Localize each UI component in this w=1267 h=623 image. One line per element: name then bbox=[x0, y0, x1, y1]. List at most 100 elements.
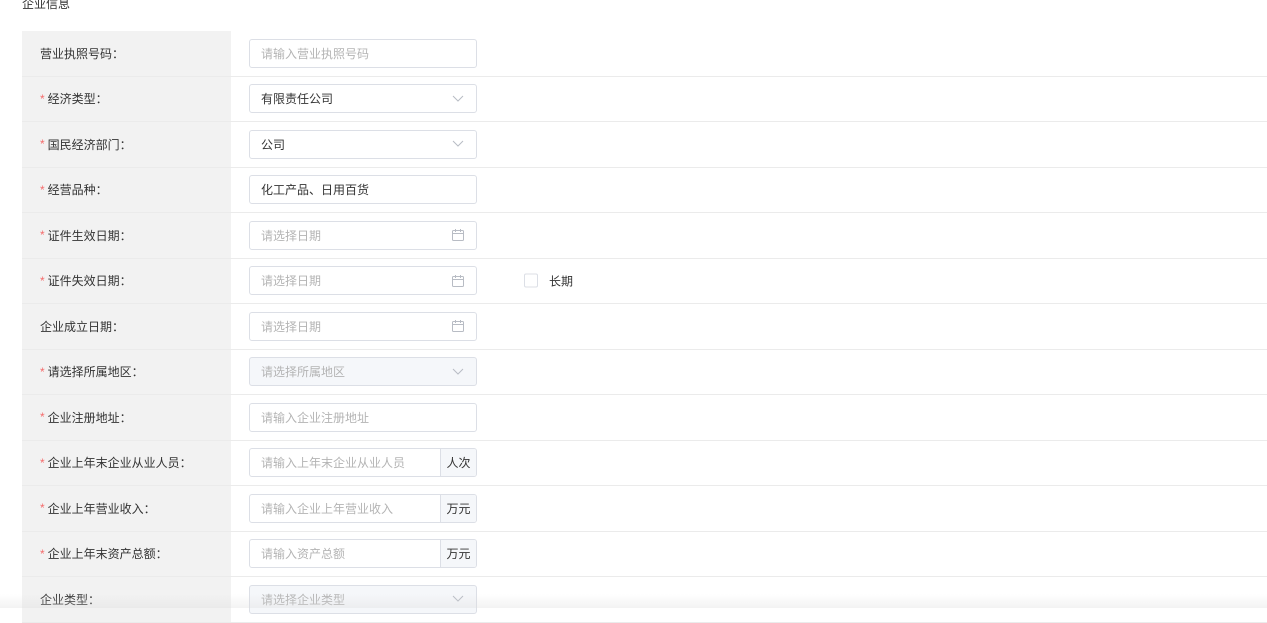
field-value-cell: 请选择日期 bbox=[231, 304, 1267, 349]
required-mark: * bbox=[40, 456, 45, 470]
form-row: 企业类型： 请选择企业类型 bbox=[22, 577, 1267, 623]
text-input[interactable]: 请输入上年末企业从业人员人次 bbox=[249, 448, 477, 477]
field-value-cell: 请输入营业执照号码 bbox=[231, 31, 1267, 76]
field-placeholder: 请选择日期 bbox=[250, 227, 440, 244]
field-label-cell: 企业类型： bbox=[22, 577, 231, 622]
field-label: 国民经济部门： bbox=[48, 136, 132, 153]
field-value-cell: 请输入企业注册地址 bbox=[231, 395, 1267, 440]
select[interactable]: 公司 bbox=[249, 130, 477, 159]
chevron-down-icon bbox=[440, 140, 476, 148]
field-value-cell: 请输入上年末企业从业人员人次 bbox=[231, 441, 1267, 486]
field-label-cell: 企业成立日期： bbox=[22, 304, 231, 349]
field-label: 请选择所属地区： bbox=[48, 363, 144, 380]
field-placeholder: 请输入企业注册地址 bbox=[250, 409, 476, 426]
field-value-cell: 请输入企业上年营业收入万元 bbox=[231, 486, 1267, 531]
field-label-cell: *经营品种： bbox=[22, 168, 231, 213]
field-placeholder: 请选择所属地区 bbox=[250, 363, 440, 380]
text-input[interactable]: 请输入企业上年营业收入万元 bbox=[249, 494, 477, 523]
field-label-cell: *企业上年末企业从业人员： bbox=[22, 441, 231, 486]
form-row: *企业上年末企业从业人员： 请输入上年末企业从业人员人次 bbox=[22, 441, 1267, 487]
form-row: 企业成立日期： 请选择日期 bbox=[22, 304, 1267, 350]
form-row: *经济类型： 有限责任公司 bbox=[22, 77, 1267, 123]
date-picker[interactable]: 请选择日期 bbox=[249, 312, 477, 341]
calendar-icon bbox=[440, 320, 476, 332]
form-row: *企业注册地址： 请输入企业注册地址 bbox=[22, 395, 1267, 441]
form-row: *经营品种： 化工产品、日用百货 bbox=[22, 168, 1267, 214]
field-placeholder: 请选择企业类型 bbox=[250, 591, 440, 608]
field-value-cell: 请选择所属地区 bbox=[231, 350, 1267, 395]
field-label-cell: *证件失效日期： bbox=[22, 259, 231, 304]
text-input[interactable]: 请输入营业执照号码 bbox=[249, 39, 477, 68]
field-placeholder: 请选择日期 bbox=[250, 272, 440, 289]
chevron-down-icon bbox=[440, 95, 476, 103]
field-value-cell: 公司 bbox=[231, 122, 1267, 167]
field-label: 企业上年末资产总额： bbox=[48, 545, 168, 562]
unit-append: 万元 bbox=[440, 540, 476, 567]
unit-append: 人次 bbox=[440, 449, 476, 476]
field-label-cell: *企业注册地址： bbox=[22, 395, 231, 440]
field-value: 化工产品、日用百货 bbox=[250, 181, 476, 198]
section-title: 企业信息 bbox=[22, 0, 70, 12]
field-label-cell: 营业执照号码： bbox=[22, 31, 231, 76]
checkbox-label: 长期 bbox=[549, 272, 573, 289]
field-label: 经营品种： bbox=[48, 181, 108, 198]
field-label: 企业成立日期： bbox=[40, 318, 124, 335]
field-label-cell: *企业上年营业收入： bbox=[22, 486, 231, 531]
field-value-cell: 有限责任公司 bbox=[231, 77, 1267, 122]
field-value-cell: 请选择企业类型 bbox=[231, 577, 1267, 622]
required-mark: * bbox=[40, 547, 45, 561]
form-row: *企业上年营业收入： 请输入企业上年营业收入万元 bbox=[22, 486, 1267, 532]
text-input[interactable]: 化工产品、日用百货 bbox=[249, 175, 477, 204]
field-label: 企业注册地址： bbox=[48, 409, 132, 426]
field-label-cell: *经济类型： bbox=[22, 77, 231, 122]
field-label: 营业执照号码： bbox=[40, 45, 124, 62]
field-placeholder: 请输入上年末企业从业人员 bbox=[250, 454, 440, 471]
required-mark: * bbox=[40, 410, 45, 424]
field-placeholder: 请输入资产总额 bbox=[250, 545, 440, 562]
field-value: 公司 bbox=[250, 136, 440, 153]
form-row: *证件生效日期： 请选择日期 bbox=[22, 213, 1267, 259]
required-mark: * bbox=[40, 501, 45, 515]
field-label: 证件失效日期： bbox=[48, 272, 132, 289]
form-row: 营业执照号码： 请输入营业执照号码 bbox=[22, 31, 1267, 77]
calendar-icon bbox=[440, 275, 476, 287]
field-value-cell: 请选择日期 bbox=[231, 213, 1267, 258]
field-placeholder: 请输入企业上年营业收入 bbox=[250, 500, 440, 517]
required-mark: * bbox=[40, 137, 45, 151]
checkbox-box[interactable] bbox=[524, 274, 538, 288]
form-row: *企业上年末资产总额： 请输入资产总额万元 bbox=[22, 532, 1267, 578]
form-row: *国民经济部门： 公司 bbox=[22, 122, 1267, 168]
required-mark: * bbox=[40, 183, 45, 197]
long-term-checkbox[interactable]: 长期 bbox=[524, 272, 573, 289]
field-label-cell: *国民经济部门： bbox=[22, 122, 231, 167]
required-mark: * bbox=[40, 92, 45, 106]
field-value-cell: 化工产品、日用百货 bbox=[231, 168, 1267, 213]
form-row: *证件失效日期： 请选择日期 长期 bbox=[22, 259, 1267, 305]
select: 请选择所属地区 bbox=[249, 357, 477, 386]
field-label: 经济类型： bbox=[48, 90, 108, 107]
field-label-cell: *证件生效日期： bbox=[22, 213, 231, 258]
form-row: *请选择所属地区： 请选择所属地区 bbox=[22, 350, 1267, 396]
select: 请选择企业类型 bbox=[249, 585, 477, 614]
date-picker[interactable]: 请选择日期 bbox=[249, 266, 477, 295]
date-picker[interactable]: 请选择日期 bbox=[249, 221, 477, 250]
text-input[interactable]: 请输入企业注册地址 bbox=[249, 403, 477, 432]
field-placeholder: 请输入营业执照号码 bbox=[250, 45, 476, 62]
text-input[interactable]: 请输入资产总额万元 bbox=[249, 539, 477, 568]
required-mark: * bbox=[40, 365, 45, 379]
unit-append: 万元 bbox=[440, 495, 476, 522]
enterprise-info-form: 营业执照号码：请输入营业执照号码*经济类型：有限责任公司*国民经济部门：公司*经… bbox=[22, 31, 1267, 623]
select[interactable]: 有限责任公司 bbox=[249, 84, 477, 113]
field-label: 企业上年营业收入： bbox=[48, 500, 156, 517]
chevron-down-icon bbox=[440, 595, 476, 603]
field-value-cell: 请选择日期 长期 bbox=[231, 259, 1267, 304]
field-value-cell: 请输入资产总额万元 bbox=[231, 532, 1267, 577]
field-label: 证件生效日期： bbox=[48, 227, 132, 244]
field-placeholder: 请选择日期 bbox=[250, 318, 440, 335]
field-value: 有限责任公司 bbox=[250, 90, 440, 107]
field-label-cell: *请选择所属地区： bbox=[22, 350, 231, 395]
required-mark: * bbox=[40, 274, 45, 288]
required-mark: * bbox=[40, 228, 45, 242]
field-label: 企业上年末企业从业人员： bbox=[48, 454, 192, 471]
chevron-down-icon bbox=[440, 368, 476, 376]
